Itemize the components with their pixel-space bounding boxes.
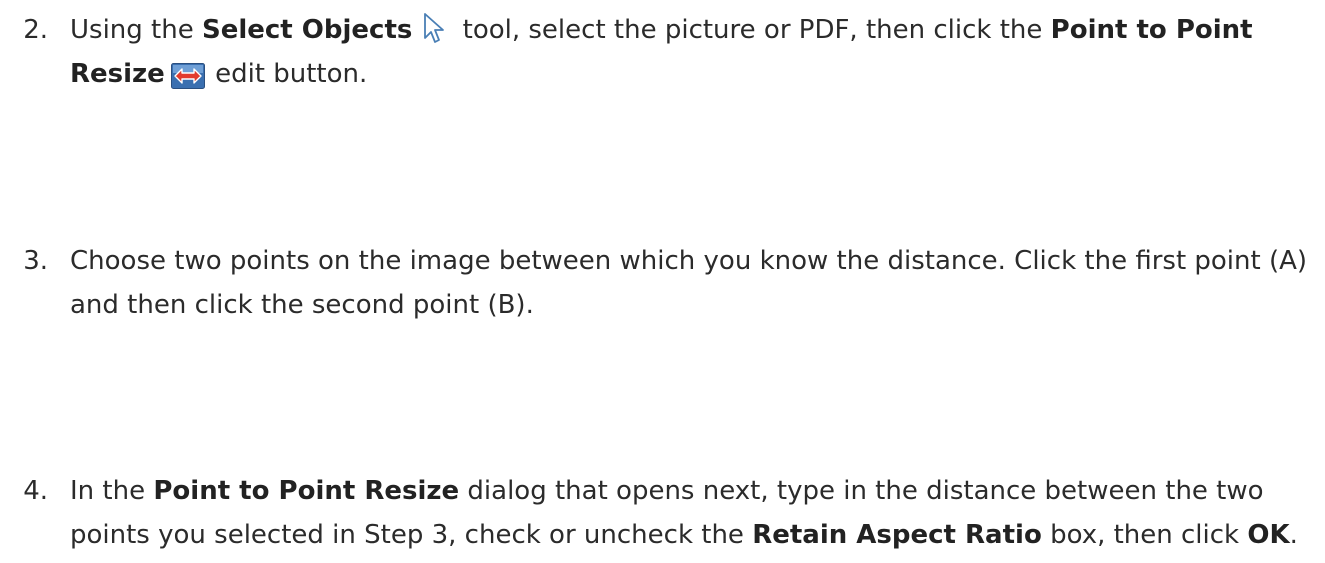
step-number: 3.	[23, 246, 48, 276]
retain-aspect-ratio-label: Retain Aspect Ratio	[752, 520, 1042, 550]
step-text: Choose two points on the image between w…	[70, 246, 1308, 320]
step-text: box, then click	[1041, 520, 1248, 550]
step-4: 4. In the Point to Point Resize dialog t…	[23, 469, 1310, 557]
point-to-point-resize-dialog-label: Point to Point Resize	[153, 476, 460, 506]
step-text: edit button.	[206, 59, 368, 89]
select-objects-cursor-icon	[422, 12, 448, 44]
instruction-steps: 2. Using the Select Objects tool, select…	[0, 0, 1325, 563]
step-3: 3. Choose two points on the image betwee…	[23, 239, 1310, 327]
step-number: 2.	[23, 15, 48, 45]
step-text: In the	[70, 476, 154, 506]
point-to-point-resize-icon	[170, 59, 205, 89]
select-objects-label: Select Objects	[201, 15, 413, 45]
step-text: tool, select the picture or PDF, then cl…	[454, 15, 1051, 45]
step-number: 4.	[23, 476, 48, 506]
step-2: 2. Using the Select Objects tool, select…	[23, 8, 1310, 96]
step-text: .	[1289, 520, 1298, 550]
ok-label: OK	[1247, 520, 1290, 550]
step-text: Using the	[70, 15, 202, 45]
